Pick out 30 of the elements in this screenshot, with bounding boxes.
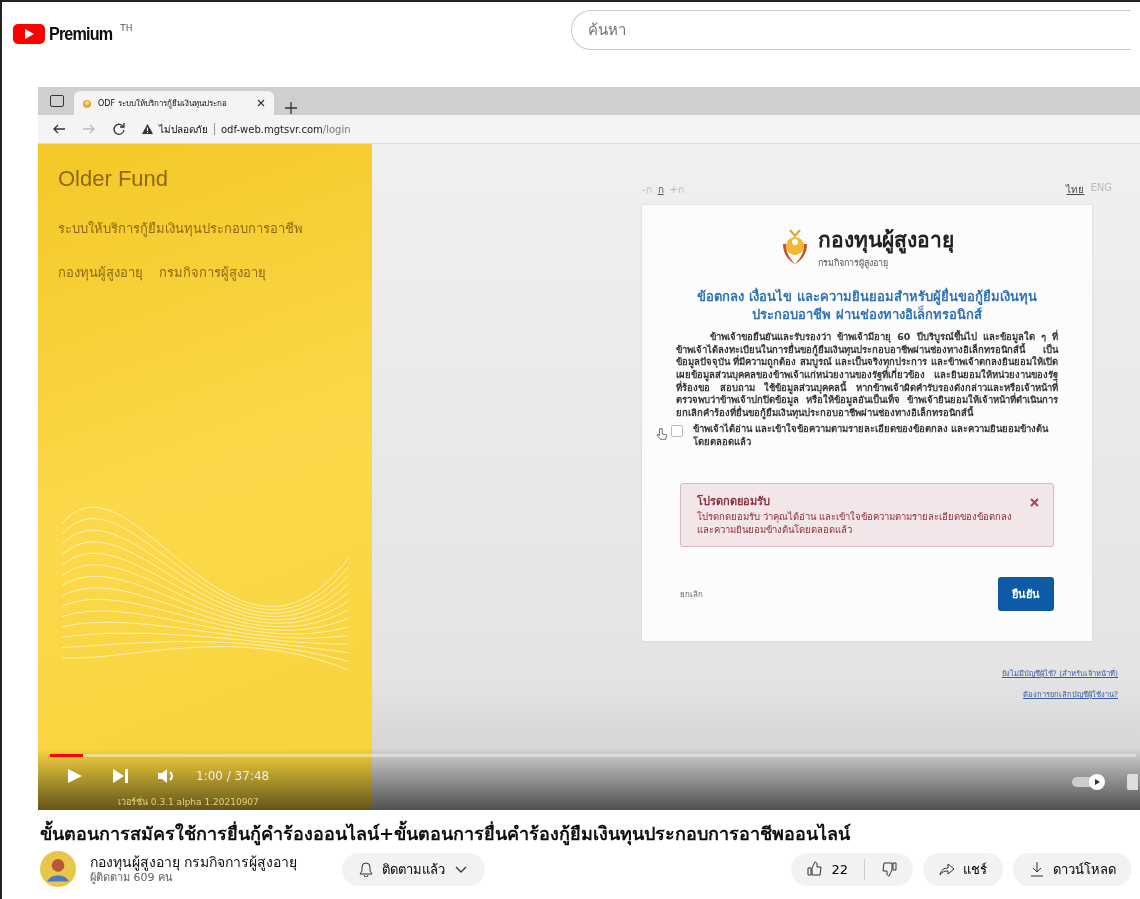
cancel-button[interactable]: ยกเลิก (680, 587, 703, 601)
brand-title: Older Fund (58, 166, 170, 192)
consent-heading: ข้อตกลง เงื่อนไข และความยินยอมสำหรับผู้ยื่นขอกู้ยืมเงินทุนประกอบอาชีพ ผ่านช่องทางอิเล็กทรอนิกส์ (696, 288, 1038, 324)
organization-name: กรมกิจการผู้สูงอายุ (159, 263, 266, 283)
alert-message: โปรดกดยอมรับ ว่าคุณได้อ่าน และเข้าใจข้อความตามรายละเอียดของข้อตกลง และความยินยอมข้างต้นโดยตลอดแล้ว (697, 509, 1014, 537)
url-text[interactable]: odf-web.mgtsvr.com/login (221, 123, 351, 135)
font-size-link[interactable]: ก (657, 182, 664, 197)
subscribe-button[interactable]: ติดตามแล้ว (342, 852, 485, 886)
organization-name: กองทุนผู้สูงอายุ (58, 263, 143, 283)
organization-subtitle: กรมกิจการผู้สูงอายุ (818, 257, 889, 270)
checkbox-label[interactable]: ข้าพเจ้าได้อ่าน และเข้าใจข้อความตามรายละเอียดของข้อตกลง และความยินยอมข้างต้นโดยตลอดแล้ว (692, 423, 1058, 449)
browser-tab[interactable]: ODF ระบบให้บริการกู้ยืมเงินทุนประกอ (74, 91, 274, 115)
download-button[interactable]: ดาวน์โหลด (1013, 852, 1132, 886)
logo-text[interactable]: Premium (49, 23, 113, 45)
subscriber-count: ผู้ติดตาม 609 คน (90, 871, 173, 885)
video-title: ขั้นตอนการสมัครใช้การยื่นกู้คำร้องออนไลน์+ขั้นตอนการยื่นคำร้องกู้ยืมเงินทุนประกอบการอาชีพออนไลน์ (40, 822, 1140, 846)
time-display: 1:00 / 37:48 (196, 769, 270, 783)
organization-title: กองทุนผู้สูงอายุ (818, 227, 954, 256)
share-button[interactable]: แชร์ (923, 852, 1003, 886)
region-label: TH (120, 23, 133, 33)
version-text: เวอร์ชั่น 0.3.1 alpha 1.20210907 (118, 795, 259, 809)
channel-name[interactable]: กองทุนผู้สูงอายุ กรมกิจการผู้สูงอายุ (90, 854, 342, 872)
search-field[interactable]: ค้นหา (570, 10, 1131, 50)
consent-text: ข้าพเจ้าขอยืนยันและรับรองว่า ข้าพเจ้ามีอายุ 60 ปีบริบูรณ์ขึ้นไป และข้อมูลใด ๆ ที่ข้าพเจ้าได้ลงทะเบียนในการยื่นขอกู้ยืมเงินทุนประกอบอาชีพผ่านช่องทางอิเล็กทรอนิกส์นี้ เป็นข้อมูลปัจจุบัน ที่มีความถูกต้อง สมบูรณ์ และเป็นจริงทุกประการ และข้าพเจ้าตกลงยินยอมให้เปิดเผยข้อมูลส่วนบุคคลของข้าพเจ้าแก่หน่วยงานของรัฐที่เกี่ยวข้อง และยินยอมให้หน่วยงานของรัฐที่ร้องขอ สอบถาม ใช้ข้อมูลส่วนบุคคลนี้ หากข้าพเจ้าผิดคำรับรองดังกล่าวและหรือเจ้าหน้าที่ตรวจพบว่าข้าพเจ้าปกปิดข้อมูล หรือให้ข้อมูลอันเป็นเท็จ ข้าพเจ้ายินยอมให้เจ้าหน้าที่ดำเนินการยกเลิกคำร้องที่ยื่นขอกู้ยืมเงินทุนประกอบอาชีพผ่านช่องทางอิเล็กทรอนิกส์นี้ (676, 331, 1058, 420)
alert-title: โปรดกดยอมรับ (697, 493, 771, 510)
site-subtitle: ระบบให้บริการกู้ยืมเงินทุนประกอบการอาชีพ (58, 220, 304, 238)
security-warning[interactable]: ไม่ปลอดภัย (159, 121, 208, 137)
language-link[interactable]: ไทย (1066, 182, 1085, 197)
confirm-button[interactable]: ยืนยัน (998, 577, 1054, 612)
tab-title: ODF ระบบให้บริการกู้ยืมเงินทุนประกอ (98, 97, 228, 110)
